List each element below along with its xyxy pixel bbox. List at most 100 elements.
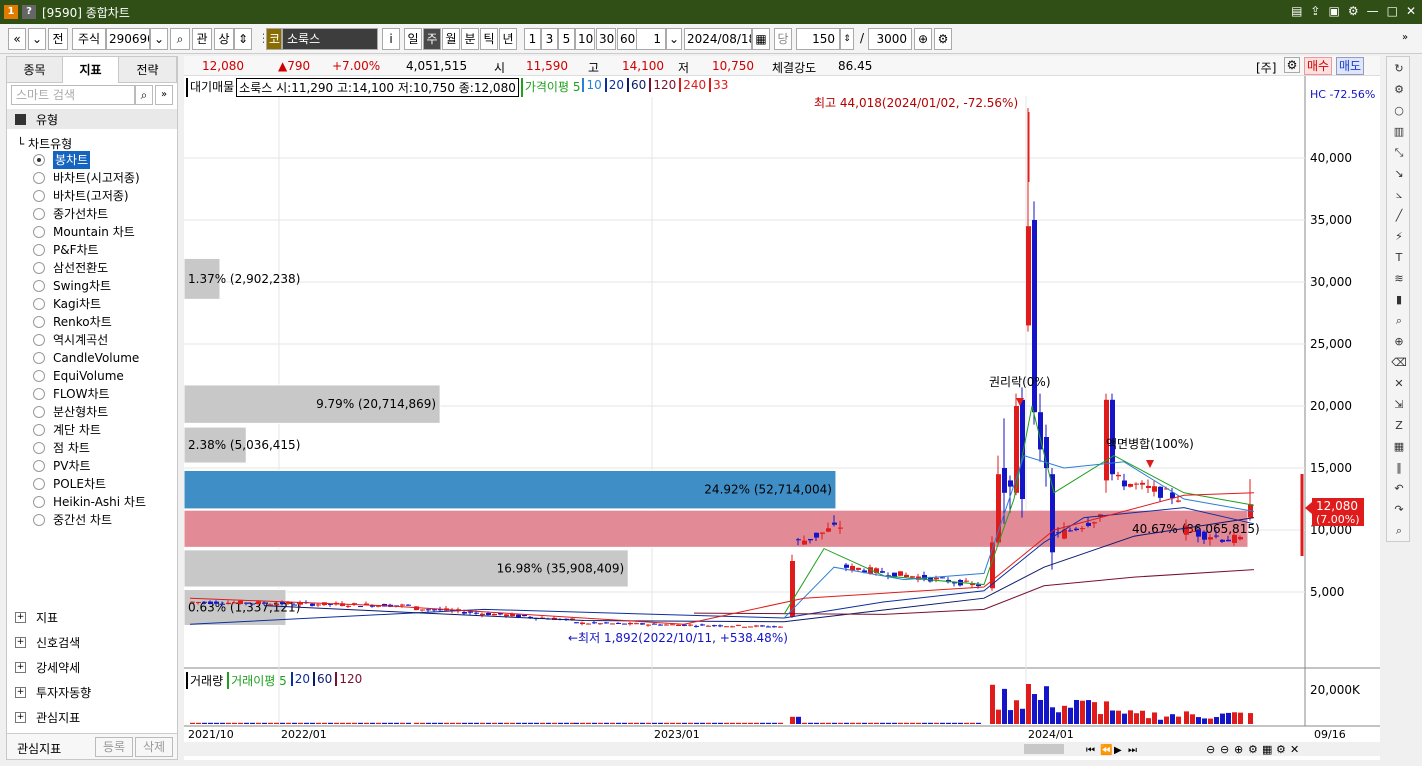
zoom-plus-icon[interactable]: ⊕	[914, 28, 932, 50]
interval-1[interactable]: 1	[524, 28, 541, 50]
cursor-icon[interactable]: ⤡	[1391, 145, 1407, 161]
radio-icon[interactable]	[33, 316, 45, 328]
auto-icon[interactable]: ⚡	[1391, 229, 1407, 245]
count-input[interactable]: 150	[796, 28, 840, 50]
jeon-button[interactable]: 전	[48, 28, 68, 50]
chart-type-item[interactable]: FLOW차트	[33, 385, 110, 403]
fib-icon[interactable]: ≋	[1391, 271, 1407, 287]
expand-icon[interactable]: »	[1402, 32, 1408, 43]
scroll-control-icon[interactable]: ⏪	[1100, 743, 1112, 756]
magnifier-icon[interactable]: ⌕	[1391, 313, 1407, 329]
chart-type-item[interactable]: Kagi차트	[33, 295, 101, 313]
grid-icon[interactable]: ▦	[1391, 439, 1407, 455]
expand-plus-icon[interactable]: +	[15, 637, 26, 648]
bar-chart-icon[interactable]: ▥	[1391, 124, 1407, 140]
max-input[interactable]: 3000	[868, 28, 912, 50]
collapse-icon[interactable]: »	[155, 85, 173, 105]
export-icon[interactable]: ⇪	[1310, 4, 1320, 18]
radio-icon[interactable]	[33, 334, 45, 346]
text-icon[interactable]: T	[1391, 250, 1407, 266]
left-tab-1[interactable]: 지표	[63, 57, 119, 83]
radio-icon[interactable]	[33, 172, 45, 184]
radio-icon[interactable]	[33, 478, 45, 490]
chart-type-item[interactable]: POLE차트	[33, 475, 106, 493]
zoom-icon[interactable]: ⊕	[1391, 334, 1407, 350]
bottom-scroll-bar[interactable]	[184, 742, 1380, 756]
radio-icon[interactable]	[33, 424, 45, 436]
updown-icon[interactable]: ⇕	[234, 28, 252, 50]
tree-root[interactable]: └ 차트유형	[17, 135, 72, 152]
line-icon[interactable]: ╱	[1391, 208, 1407, 224]
delete-button[interactable]: 삭제	[135, 737, 173, 757]
radio-icon[interactable]	[33, 226, 45, 238]
zoom-control-icon[interactable]: ⊖	[1206, 743, 1215, 756]
chart-type-item[interactable]: 점 차트	[33, 439, 90, 457]
undo-icon[interactable]: ↶	[1391, 481, 1407, 497]
period-5[interactable]: 년	[499, 28, 517, 50]
chart-type-item[interactable]: CandleVolume	[33, 349, 139, 367]
gwan-button[interactable]: 관	[192, 28, 212, 50]
radio-icon[interactable]	[33, 442, 45, 454]
section-4[interactable]: + 관심지표	[15, 709, 80, 726]
zoom-control-icon[interactable]: ⊕	[1234, 743, 1243, 756]
chart-type-item[interactable]: 바차트(시고저종)	[33, 169, 140, 187]
date-input[interactable]: 2024/08/18	[684, 28, 752, 50]
chart-type-item[interactable]: 중간선 차트	[33, 511, 112, 529]
smart-search-input[interactable]: 스마트 검색	[11, 85, 135, 105]
chart-type-item[interactable]: Renko차트	[33, 313, 112, 331]
left-tab-2[interactable]: 전략	[119, 57, 177, 83]
redo-icon[interactable]: ↷	[1391, 502, 1407, 518]
info-button[interactable]: i	[382, 28, 400, 50]
chart-type-item[interactable]: 삼선전환도	[33, 259, 108, 277]
search-icon[interactable]: ⌕	[135, 85, 153, 105]
price-chart[interactable]: 40,00035,00030,00025,00020,00015,00010,0…	[183, 76, 1380, 760]
cross-icon[interactable]: ✕	[1391, 376, 1407, 392]
refresh-icon[interactable]: ↻	[1391, 61, 1407, 77]
left-tab-0[interactable]: 종목	[7, 57, 63, 83]
chart-type-item[interactable]: 역시계곡선	[33, 331, 108, 349]
zoom-control-icon[interactable]: ⚙	[1276, 743, 1286, 756]
chart-type-item[interactable]: EquiVolume	[33, 367, 124, 385]
radio-icon[interactable]	[33, 388, 45, 400]
section-2[interactable]: + 강세약세	[15, 659, 80, 676]
scroll-control-icon[interactable]: ⏮	[1086, 745, 1095, 756]
section-1[interactable]: + 신호검색	[15, 634, 80, 651]
zoom-control-icon[interactable]: ⚙	[1248, 743, 1258, 756]
toolbar-settings-icon[interactable]: ⚙	[934, 28, 952, 50]
chart-type-item[interactable]: PV차트	[33, 457, 91, 475]
radio-icon[interactable]	[33, 496, 45, 508]
period-0[interactable]: 일	[404, 28, 422, 50]
interval-spin[interactable]: 1	[636, 28, 666, 50]
angle-icon[interactable]: ⦣	[1391, 187, 1407, 203]
period-3[interactable]: 분	[461, 28, 479, 50]
radio-icon[interactable]	[33, 244, 45, 256]
radio-icon[interactable]	[33, 370, 45, 382]
sell-button[interactable]: 매도	[1336, 57, 1364, 75]
search-icon[interactable]: ⌕	[170, 28, 190, 50]
search-icon[interactable]: ⌕	[1391, 523, 1407, 539]
register-button[interactable]: 등록	[95, 737, 133, 757]
scroll-control-icon[interactable]: ⏭	[1128, 745, 1137, 756]
chart-type-item[interactable]: 봉차트	[33, 151, 91, 169]
circle-icon[interactable]: ○	[1391, 103, 1407, 119]
settings-icon[interactable]: ⚙	[1348, 4, 1359, 18]
code-dropdown-icon[interactable]: ⌄	[150, 28, 168, 50]
help-icon[interactable]: ?	[22, 5, 36, 19]
chart-type-item[interactable]: 바차트(고저종)	[33, 187, 129, 205]
chart-type-item[interactable]: Heikin-Ashi 차트	[33, 493, 146, 511]
buy-button[interactable]: 매수	[1304, 57, 1332, 75]
chart-type-item[interactable]: P&F차트	[33, 241, 99, 259]
eraser-icon[interactable]: ⌫	[1391, 355, 1407, 371]
radio-icon[interactable]	[33, 352, 45, 364]
interval-30[interactable]: 30	[596, 28, 616, 50]
maximize-icon[interactable]: □	[1387, 4, 1398, 18]
down-button[interactable]: ⌄	[28, 28, 46, 50]
radio-icon[interactable]	[33, 262, 45, 274]
interval-dropdown-icon[interactable]: ⌄	[666, 28, 682, 50]
trend-icon[interactable]: ↘	[1391, 166, 1407, 182]
zoom-control-icon[interactable]: ▦	[1262, 743, 1272, 756]
chart-type-item[interactable]: Mountain 차트	[33, 223, 135, 241]
expand-plus-icon[interactable]: +	[15, 687, 26, 698]
scroll-control-icon[interactable]: ▶	[1114, 745, 1122, 756]
radio-icon[interactable]	[33, 280, 45, 292]
